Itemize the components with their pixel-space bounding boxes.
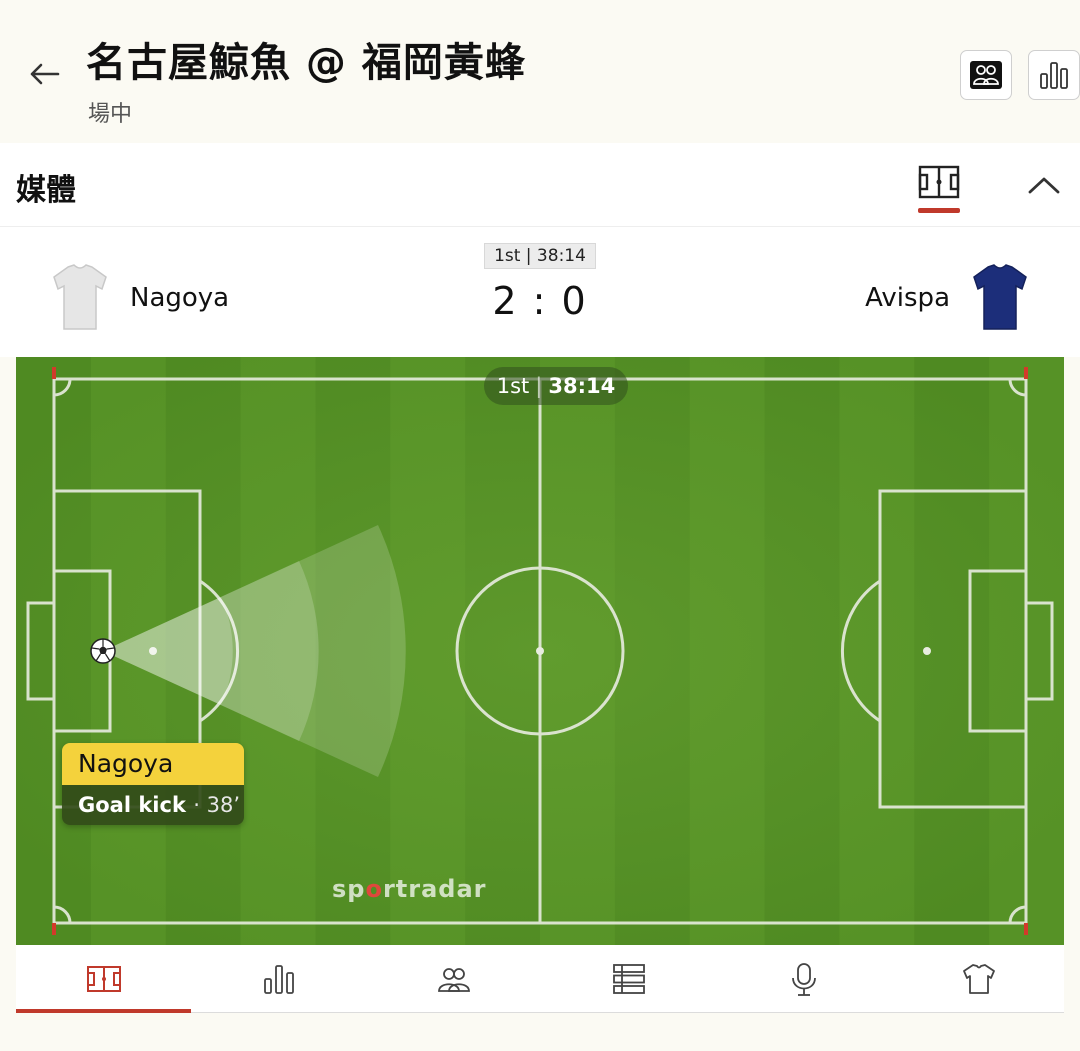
people-icon [437,968,470,992]
media-bar: 媒體 [0,143,1080,227]
event-description: Goal kick · 38’ [62,785,244,825]
media-label: 媒體 [16,173,76,208]
table-tab[interactable] [541,945,716,1013]
commentary-tab[interactable] [716,945,891,1013]
match-score: 2 : 0 [492,279,588,323]
event-card: Nagoya Goal kick · 38’ [62,743,244,825]
microphone-icon [791,963,816,996]
home-jersey-icon [53,264,107,330]
home-team-name: Nagoya [130,283,230,313]
pitch-toggle-active-indicator [918,208,960,213]
lineups-button[interactable] [960,50,1012,100]
bar-chart-icon [263,965,294,994]
sportradar-logo: sportradar [332,875,487,903]
back-button[interactable] [26,56,62,92]
list-table-icon [612,964,645,994]
scoreboard: 1st | 38:14 Nagoya 2 : 0 Avispa [0,227,1080,357]
pitch-icon [918,165,960,199]
pitch-drawing [16,357,1064,945]
shirt-icon [962,964,995,994]
brand-post: rtradar [382,875,487,903]
event-minute: · 38’ [193,793,240,817]
away-jersey-icon [973,264,1027,330]
brand-o: o [365,875,383,903]
kits-tab[interactable] [891,945,1066,1013]
event-team: Nagoya [62,743,244,785]
pitch-view-toggle[interactable] [918,165,960,213]
lineups-icon [970,61,1002,89]
ball-icon [90,638,116,664]
pitch-period: 1st [496,374,530,398]
stats-tab[interactable] [191,945,366,1013]
lineups-tab[interactable] [366,945,541,1013]
pitch-tab[interactable] [16,945,191,1013]
match-tracker-pitch: 1st | 38:14 Nagoya Goal kick · 38’ sport… [16,357,1064,945]
collapse-button[interactable] [1022,165,1066,205]
tracker-tab-bar [16,945,1064,1013]
page-title: 名古屋鯨魚 @ 福岡黃蜂 [86,40,526,86]
pitch-separator: | [535,374,543,398]
back-arrow-icon [30,63,60,85]
pitch-clock: 38:14 [548,374,616,398]
stats-button[interactable] [1028,50,1080,100]
match-header: 名古屋鯨魚 @ 福岡黃蜂 場中 [0,0,1080,143]
event-type: Goal kick [78,793,186,817]
match-status: 場中 [88,102,133,127]
away-team-name: Avispa [865,283,950,313]
stats-bars-icon [1040,62,1068,89]
pitch-icon [86,966,121,992]
brand-pre: sp [332,875,366,903]
chevron-up-icon [1028,177,1060,194]
period-clock-chip: 1st | 38:14 [484,243,596,269]
pitch-time-pill: 1st | 38:14 [484,367,628,405]
